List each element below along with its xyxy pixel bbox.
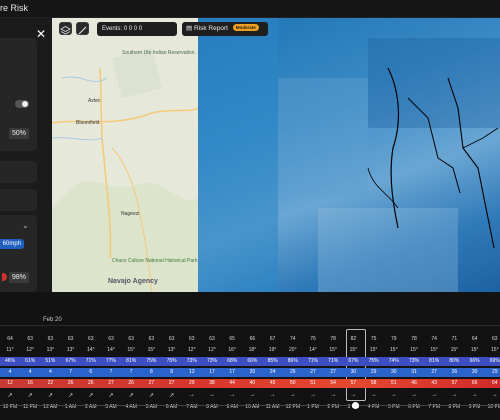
map-view[interactable]: Southern Ute Indian Reservation Aztec Bl… xyxy=(0,18,500,292)
ruler-icon xyxy=(78,26,87,35)
top-bar: re Risk xyxy=(0,0,500,18)
app-title: re Risk xyxy=(0,3,29,13)
risk-heatmap[interactable] xyxy=(198,18,500,292)
map-label-bloomfield: Bloomfield xyxy=(76,120,100,126)
map-label-aztec: Aztec xyxy=(88,98,101,104)
scrubber-handle[interactable] xyxy=(352,402,359,409)
dew-cell: 15° xyxy=(491,347,499,353)
wind-threshold-badge[interactable]: 60mph xyxy=(0,239,24,249)
report-icon: ▤ xyxy=(186,25,193,32)
opacity-value[interactable]: 50% xyxy=(9,128,29,139)
street-map-features xyxy=(52,18,198,292)
risk-report-label: Risk Report xyxy=(193,25,228,32)
date-bar: Feb 20 xyxy=(0,316,500,326)
panel-card-mid-1[interactable] xyxy=(0,161,37,183)
events-counts: 0 0 0 0 xyxy=(123,26,143,32)
map-label-chaco: Chaco Culture National Historical Park xyxy=(112,258,198,264)
risk-level-badge: Moderate xyxy=(232,24,259,31)
map-label-reservation: Southern Ute Indian Reservation xyxy=(122,50,195,56)
layers-button[interactable] xyxy=(59,22,72,35)
wind-cell: 29 xyxy=(492,369,498,375)
forecast-timeline: Feb 20 64 63 63 63 63 63 63 63 63 63 63 65 66 67 74 76 7… xyxy=(0,292,500,420)
layer-toggle[interactable] xyxy=(15,100,29,108)
gust-cell: 64 xyxy=(492,380,498,386)
measure-button[interactable] xyxy=(76,22,89,35)
temp-cell: 63 xyxy=(492,336,498,342)
date-label: Feb 20 xyxy=(43,317,62,323)
close-icon[interactable]: ✕ xyxy=(36,27,46,41)
time-scrubber[interactable] xyxy=(0,405,500,406)
layers-icon xyxy=(60,26,71,35)
panel-card-mid-2[interactable] xyxy=(0,189,37,211)
events-label: Events: xyxy=(102,26,123,32)
forecast-grid[interactable]: 64 63 63 63 63 63 63 63 63 63 63 65 66 67 74 76 78 82 75 79… xyxy=(0,336,500,420)
chevron-down-icon[interactable]: ⌄ xyxy=(22,221,29,230)
street-map[interactable]: Southern Ute Indian Reservation Aztec Bl… xyxy=(52,18,198,292)
heatmap-overlay xyxy=(198,18,500,292)
map-label-navajo: Navajo Agency xyxy=(108,278,158,285)
settings-panel: ✕ 50% ⌄ 60mph 98% xyxy=(0,18,52,292)
wind-direction-icon: → xyxy=(491,392,498,398)
risk-percent: 98% xyxy=(9,272,29,283)
risk-report-button[interactable]: ▤ Risk Report Moderate xyxy=(182,22,268,36)
map-label-nageezi: Nageezi xyxy=(121,211,140,217)
events-summary[interactable]: Events: 0 0 0 0 xyxy=(97,22,177,36)
rh-cell: 69% xyxy=(489,358,500,364)
